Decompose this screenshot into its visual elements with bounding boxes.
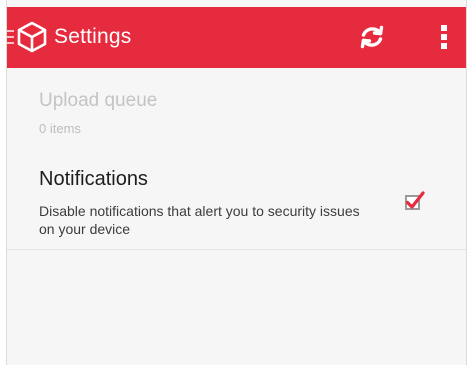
app-logo-icon[interactable] [16,21,48,53]
setting-upload-queue: Upload queue 0 items [7,88,466,150]
notifications-description: Disable notifications that alert you to … [39,203,360,237]
refresh-button[interactable] [354,19,390,55]
setting-notifications[interactable]: Notifications Disable notifications that… [7,162,466,250]
notifications-title: Notifications [39,168,148,190]
notifications-checkbox[interactable] [403,189,426,212]
app-title: Settings [54,25,132,48]
checkmark-icon [405,191,425,209]
upload-queue-title: Upload queue [39,90,158,111]
overflow-menu-button[interactable] [426,19,462,55]
refresh-icon [360,25,384,49]
app-bar: Settings [7,7,466,68]
settings-screen: Settings Upload queue 0 items Notificati… [6,0,467,365]
upload-queue-count: 0 items [39,121,81,136]
overflow-menu-icon [441,25,447,49]
